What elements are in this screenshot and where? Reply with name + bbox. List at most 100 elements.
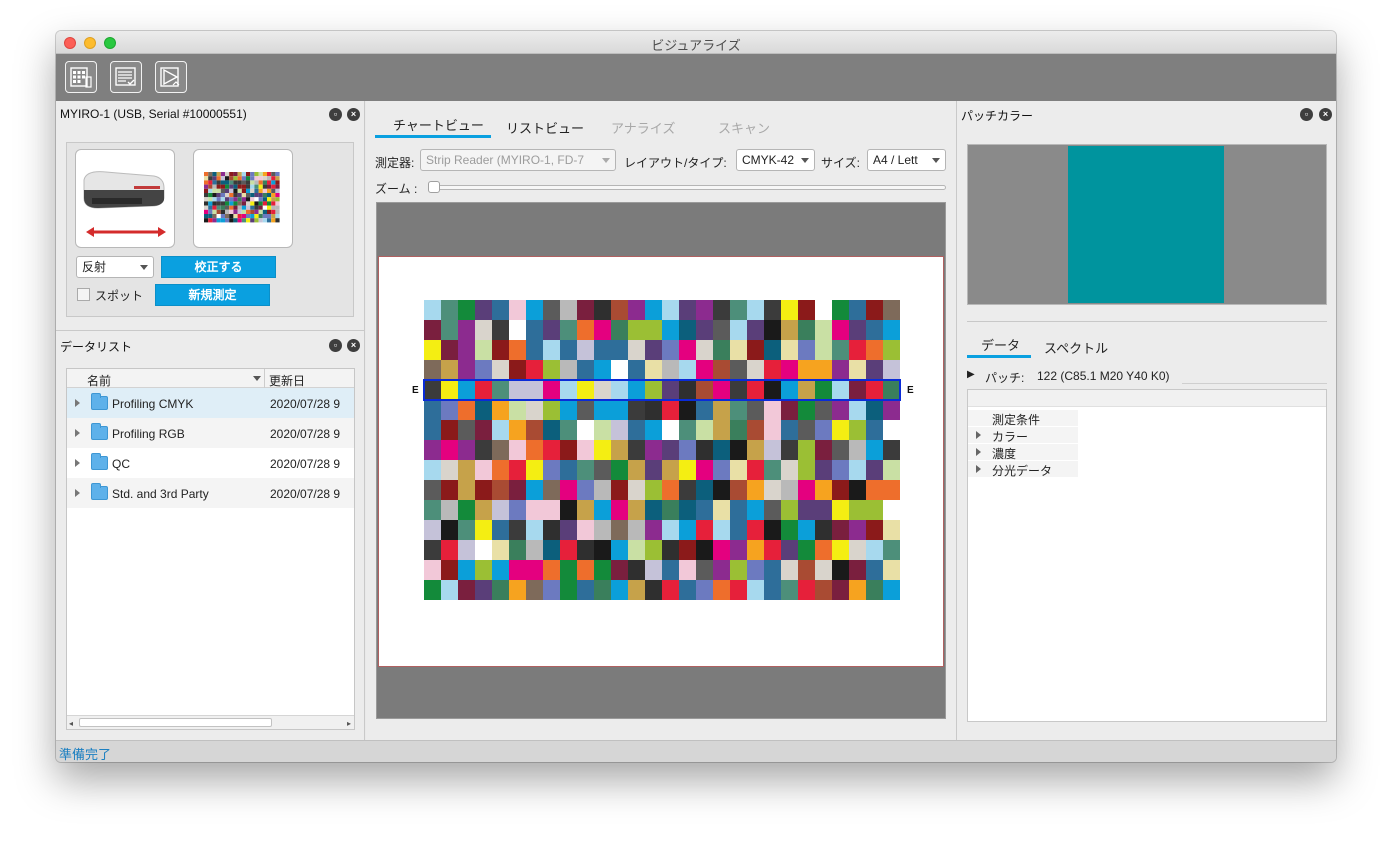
color-patch[interactable]: [849, 460, 866, 480]
color-patch[interactable]: [696, 340, 713, 360]
color-patch[interactable]: [628, 320, 645, 340]
color-patch[interactable]: [764, 540, 781, 560]
color-patch[interactable]: [441, 420, 458, 440]
color-patch[interactable]: [747, 460, 764, 480]
color-patch[interactable]: [458, 540, 475, 560]
color-patch[interactable]: [832, 400, 849, 420]
color-patch[interactable]: [713, 580, 730, 600]
color-patch[interactable]: [832, 340, 849, 360]
color-patch[interactable]: [866, 360, 883, 380]
color-patch[interactable]: [526, 300, 543, 320]
color-patch[interactable]: [849, 520, 866, 540]
column-header-updated[interactable]: 更新日: [269, 372, 305, 389]
color-patch[interactable]: [475, 360, 492, 380]
color-patch[interactable]: [798, 320, 815, 340]
color-patch[interactable]: [849, 500, 866, 520]
color-patch[interactable]: [509, 540, 526, 560]
color-patch[interactable]: [815, 360, 832, 380]
tab-spectrum[interactable]: スペクトル: [1044, 338, 1108, 357]
color-patch[interactable]: [458, 440, 475, 460]
color-patch[interactable]: [866, 400, 883, 420]
color-patch[interactable]: [713, 420, 730, 440]
color-patch[interactable]: [798, 540, 815, 560]
color-patch[interactable]: [475, 420, 492, 440]
color-patch[interactable]: [458, 480, 475, 500]
color-patch[interactable]: [866, 440, 883, 460]
color-patch[interactable]: [764, 400, 781, 420]
color-patch[interactable]: [747, 420, 764, 440]
prop-row-spectral[interactable]: 分光データ: [968, 461, 1078, 478]
instrument-select[interactable]: Strip Reader (MYIRO-1, FD-7: [420, 149, 616, 171]
color-patch[interactable]: [713, 300, 730, 320]
color-patch[interactable]: [645, 340, 662, 360]
color-patch[interactable]: [560, 520, 577, 540]
color-patch[interactable]: [815, 460, 832, 480]
color-patch[interactable]: [849, 440, 866, 460]
color-patch[interactable]: [866, 560, 883, 580]
color-patch[interactable]: [560, 580, 577, 600]
color-patch[interactable]: [781, 400, 798, 420]
color-patch[interactable]: [577, 460, 594, 480]
color-patch[interactable]: [577, 420, 594, 440]
color-patch[interactable]: [628, 300, 645, 320]
tab-analyze[interactable]: アナライズ: [611, 118, 675, 137]
color-patch[interactable]: [832, 560, 849, 580]
color-patch[interactable]: [832, 300, 849, 320]
list-item[interactable]: Profiling RGB 2020/07/28 9: [67, 418, 354, 448]
color-patch[interactable]: [543, 560, 560, 580]
color-patch[interactable]: [560, 440, 577, 460]
color-patch[interactable]: [764, 360, 781, 380]
color-patch[interactable]: [849, 400, 866, 420]
expand-arrow-icon[interactable]: [75, 489, 80, 497]
color-patch[interactable]: [611, 560, 628, 580]
color-patch[interactable]: [645, 420, 662, 440]
color-patch[interactable]: [526, 360, 543, 380]
color-patch[interactable]: [679, 360, 696, 380]
color-patch[interactable]: [509, 520, 526, 540]
color-patch[interactable]: [628, 480, 645, 500]
color-patch[interactable]: [577, 560, 594, 580]
color-patch[interactable]: [798, 480, 815, 500]
prop-row-color[interactable]: カラー: [968, 427, 1078, 444]
color-patch[interactable]: [849, 300, 866, 320]
color-patch[interactable]: [577, 320, 594, 340]
color-patch[interactable]: [594, 480, 611, 500]
color-patch[interactable]: [475, 440, 492, 460]
color-patch[interactable]: [832, 520, 849, 540]
color-patch[interactable]: [764, 340, 781, 360]
color-patch[interactable]: [747, 400, 764, 420]
color-patch[interactable]: [424, 420, 441, 440]
color-patch[interactable]: [662, 580, 679, 600]
color-patch[interactable]: [594, 520, 611, 540]
color-patch[interactable]: [764, 520, 781, 540]
color-patch[interactable]: [645, 560, 662, 580]
color-patch[interactable]: [815, 420, 832, 440]
color-patch[interactable]: [645, 440, 662, 460]
color-patch[interactable]: [611, 440, 628, 460]
color-patch[interactable]: [458, 520, 475, 540]
color-patch[interactable]: [543, 320, 560, 340]
calibrate-button[interactable]: 校正する: [161, 256, 276, 278]
color-patch[interactable]: [611, 300, 628, 320]
color-patch[interactable]: [798, 300, 815, 320]
color-patch[interactable]: [713, 540, 730, 560]
color-patch[interactable]: [679, 440, 696, 460]
color-patch[interactable]: [509, 480, 526, 500]
color-patch[interactable]: [628, 420, 645, 440]
color-patch[interactable]: [832, 320, 849, 340]
color-patch[interactable]: [730, 460, 747, 480]
color-patch[interactable]: [696, 320, 713, 340]
color-patch[interactable]: [662, 480, 679, 500]
color-patch[interactable]: [441, 400, 458, 420]
color-patch[interactable]: [832, 540, 849, 560]
color-patch[interactable]: [611, 500, 628, 520]
color-patch[interactable]: [883, 320, 900, 340]
color-patch[interactable]: [424, 480, 441, 500]
color-patch[interactable]: [594, 560, 611, 580]
color-patch[interactable]: [577, 340, 594, 360]
color-patch[interactable]: [815, 300, 832, 320]
sort-chevron-icon[interactable]: [253, 376, 261, 381]
color-patch[interactable]: [662, 540, 679, 560]
color-patch[interactable]: [543, 360, 560, 380]
mode-select[interactable]: 反射: [76, 256, 154, 278]
